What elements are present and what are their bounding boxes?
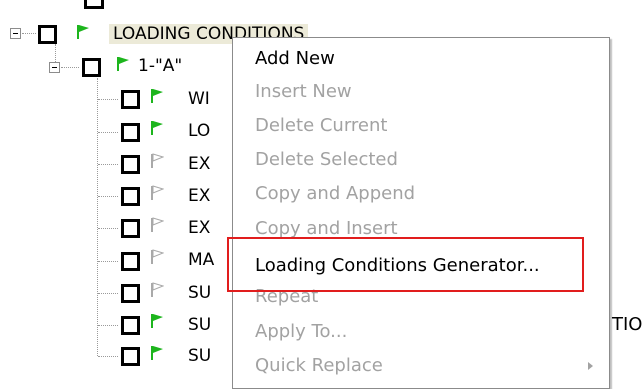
menu-item-insert-new[interactable]: Insert New <box>255 81 352 103</box>
tree-item-label[interactable]: LO <box>188 121 210 141</box>
menu-item-quick-replace[interactable]: Quick Replace <box>255 355 383 377</box>
tree-item-label[interactable]: EX <box>188 186 210 206</box>
item-checkbox[interactable] <box>121 252 140 271</box>
tree-item-label[interactable]: MA <box>188 250 214 270</box>
menu-item-delete-current[interactable]: Delete Current <box>255 115 387 137</box>
tree-connector <box>98 132 118 133</box>
tree-connector <box>98 325 118 326</box>
partial-row-text: TIO <box>612 314 642 335</box>
root-checkbox[interactable] <box>38 25 57 44</box>
menu-item-apply-to[interactable]: Apply To... <box>255 321 347 343</box>
tree-connector <box>97 78 98 356</box>
tree-connector <box>98 356 118 357</box>
item-checkbox[interactable] <box>121 155 140 174</box>
tree-item-label[interactable]: EX <box>188 218 210 238</box>
tree-item-label[interactable]: SU <box>188 346 211 366</box>
partial-checkbox-above <box>84 0 104 9</box>
menu-item-delete-selected[interactable]: Delete Selected <box>255 149 398 171</box>
item-checkbox[interactable] <box>121 316 140 335</box>
tree-child-label[interactable]: 1-"A" <box>138 56 182 76</box>
green-flag-icon <box>151 121 163 135</box>
tree-item-label[interactable]: SU <box>188 283 211 303</box>
tree-connector <box>61 67 79 68</box>
gray-flag-icon <box>151 217 164 232</box>
green-flag-icon <box>77 25 89 39</box>
green-flag-icon <box>151 346 163 360</box>
tree-item-label[interactable]: WI <box>188 89 210 109</box>
green-flag-icon <box>151 314 163 328</box>
tree-connector <box>98 164 118 165</box>
submenu-arrow-icon <box>588 362 593 370</box>
menu-item-copy-and-append[interactable]: Copy and Append <box>255 183 415 205</box>
green-flag-icon <box>151 89 163 103</box>
item-checkbox[interactable] <box>121 219 140 238</box>
item-checkbox[interactable] <box>121 347 140 366</box>
item-checkbox[interactable] <box>121 90 140 109</box>
tree-connector <box>22 33 36 34</box>
menu-item-add-new[interactable]: Add New <box>255 48 335 70</box>
tree-connector <box>98 293 118 294</box>
tree-item-label[interactable]: SU <box>188 315 211 335</box>
tree-connector <box>98 261 118 262</box>
gray-flag-icon <box>151 282 164 297</box>
item-checkbox[interactable] <box>121 187 140 206</box>
tree-item-label[interactable]: EX <box>188 154 210 174</box>
gray-flag-icon <box>151 249 164 264</box>
item-checkbox[interactable] <box>121 284 140 303</box>
gray-flag-icon <box>151 153 164 168</box>
collapse-toggle-root[interactable] <box>10 28 21 39</box>
annotation-highlight-box <box>227 237 584 292</box>
tree-connector <box>98 196 118 197</box>
tree-connector <box>98 228 118 229</box>
tree-connector <box>98 99 118 100</box>
context-menu: Add New Insert New Delete Current Delete… <box>232 37 610 389</box>
item-checkbox[interactable] <box>121 123 140 142</box>
green-flag-icon <box>117 57 129 71</box>
gray-flag-icon <box>151 185 164 200</box>
child-checkbox[interactable] <box>82 58 101 77</box>
collapse-toggle-child[interactable] <box>49 62 60 73</box>
tree-connector <box>55 44 56 62</box>
